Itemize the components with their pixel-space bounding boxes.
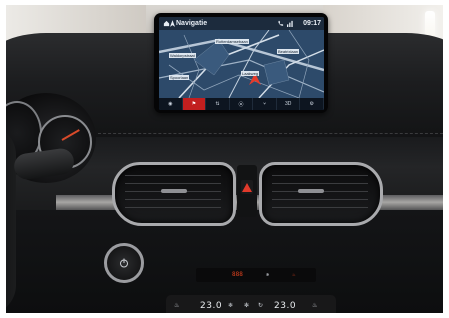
dashboard-stitching: [98, 133, 443, 135]
screen-toolbar: ◉ ⚑ ⇅ ⦿ ⑂ 3D ⚙: [159, 98, 324, 110]
pin-icon[interactable]: ⦿: [230, 98, 254, 110]
settings-icon[interactable]: ⚙: [300, 98, 324, 110]
status-bar: Navigatie 09:17: [159, 17, 324, 30]
home-icon[interactable]: [163, 20, 170, 27]
climate-digits: 888: [232, 271, 243, 278]
flag-icon[interactable]: ⚑: [182, 98, 207, 110]
hazard-icon: [242, 182, 252, 192]
start-stop-button[interactable]: [104, 243, 144, 283]
dashboard-photo: Navigatie 09:17 Rotterdamsebaan Beatrixl…: [6, 5, 443, 313]
seat-heat-icon: ♨: [292, 272, 296, 277]
fan-icon: ✻: [266, 272, 270, 277]
defrost-icon[interactable]: ❄: [228, 302, 233, 309]
vent-adjust-tab[interactable]: [298, 189, 324, 193]
3d-view-button[interactable]: 3D: [277, 98, 301, 110]
map-street-label: Beatrixlaan: [277, 49, 300, 54]
vent-adjust-tab[interactable]: [161, 189, 187, 193]
seat-heat-right-icon[interactable]: ♨: [312, 302, 317, 309]
fan-speed-icon[interactable]: ✻: [244, 302, 249, 309]
recirculation-icon[interactable]: ↻: [258, 302, 263, 309]
map-street-label: Laakweg: [241, 71, 260, 76]
map-street-label: Spoorlaan: [169, 75, 190, 80]
temp-right[interactable]: 23.0: [274, 301, 296, 311]
nav-arrow-icon: [170, 20, 175, 27]
phone-icon: [278, 20, 284, 26]
climate-control-panel: ♨ 23.0 ❄ ✻ ↻ 23.0 ♨: [166, 295, 336, 313]
screen-title: Navigatie: [176, 20, 208, 27]
compass-icon[interactable]: ◉: [159, 98, 183, 110]
temp-left[interactable]: 23.0: [200, 301, 222, 311]
map-street-label: Rotterdamsebaan: [215, 39, 249, 44]
fork-icon[interactable]: ⑂: [253, 98, 277, 110]
air-vent-left[interactable]: [112, 162, 236, 226]
map-street-label: Waldorpstraat: [169, 53, 196, 58]
route-icon[interactable]: ⇅: [206, 98, 230, 110]
air-vent-right[interactable]: [259, 162, 383, 226]
infotainment-screen[interactable]: Navigatie 09:17 Rotterdamsebaan Beatrixl…: [159, 17, 324, 110]
seat-heat-left-icon[interactable]: ♨: [174, 302, 179, 309]
power-icon: [120, 258, 128, 268]
steering-wheel: [6, 125, 16, 313]
hazard-button[interactable]: [241, 180, 253, 194]
clock: 09:17: [303, 20, 321, 27]
signal-icon: [287, 20, 293, 27]
climate-readout: 888 ✻ ♨: [196, 268, 316, 282]
